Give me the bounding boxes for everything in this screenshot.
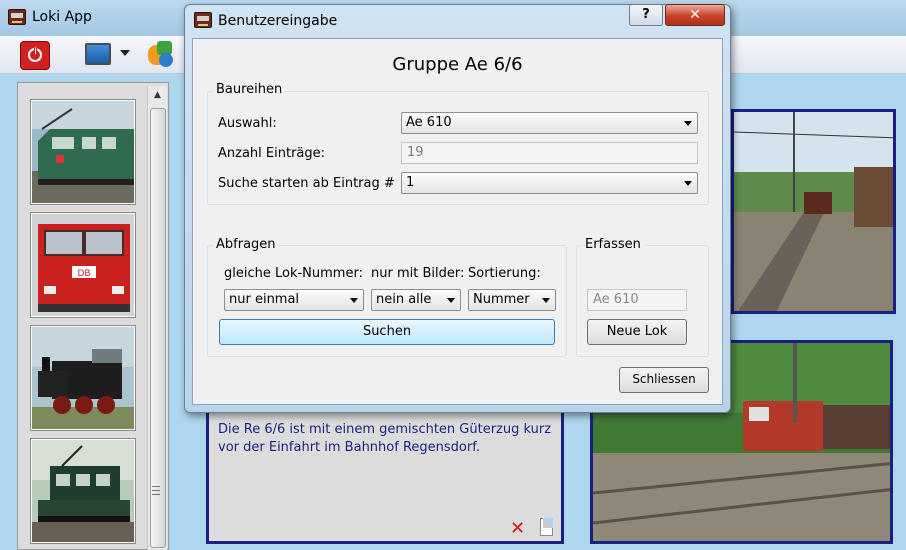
lok-nummer-select[interactable]: nur einmal — [224, 289, 364, 311]
thumbnail-crocodile-locomotive[interactable] — [30, 438, 136, 544]
sortierung-select[interactable]: Nummer — [468, 289, 556, 311]
chevron-down-icon[interactable] — [120, 50, 130, 56]
suche-select[interactable]: 1 — [401, 172, 698, 194]
chevron-down-icon — [684, 181, 692, 186]
photo-station[interactable] — [731, 109, 896, 314]
screen-icon[interactable] — [85, 43, 111, 65]
dialog-app-icon — [194, 12, 212, 28]
document-icon[interactable] — [540, 518, 553, 536]
suche-label: Suche starten ab Eintrag # — [218, 176, 395, 191]
app-icon — [8, 9, 26, 25]
chevron-down-icon — [684, 121, 692, 126]
auswahl-label: Auswahl: — [218, 116, 277, 131]
auswahl-select[interactable]: Ae 610 — [401, 112, 698, 134]
chevron-down-icon — [542, 298, 550, 303]
help-button[interactable]: ? — [629, 4, 663, 26]
sidebar-scrollbar[interactable]: ▲ — [147, 86, 167, 550]
erfassen-group-label: Erfassen — [582, 237, 644, 252]
bilder-select[interactable]: nein alle — [371, 289, 461, 311]
scroll-thumb[interactable] — [150, 108, 166, 548]
new-lok-button[interactable]: Neue Lok — [587, 319, 687, 345]
svg-text:DB: DB — [77, 269, 90, 279]
dialog-heading: Gruppe Ae 6/6 — [392, 54, 523, 75]
close-button[interactable]: ✕ — [665, 4, 725, 26]
baureihen-group-label: Baureihen — [213, 82, 286, 97]
thumbnail-red-locomotive[interactable]: DB — [30, 212, 136, 318]
anzahl-field: 19 — [401, 142, 698, 164]
lok-nummer-label: gleiche Lok-Nummer: — [224, 266, 363, 281]
chevron-down-icon — [350, 298, 358, 303]
abfragen-group-label: Abfragen — [213, 237, 279, 252]
delete-icon[interactable]: ✕ — [510, 520, 526, 538]
scroll-up-icon[interactable]: ▲ — [148, 86, 167, 104]
schliessen-button[interactable]: Schliessen — [619, 367, 709, 393]
dialog-title: Benutzereingabe — [218, 13, 338, 29]
color-palette-icon[interactable] — [148, 41, 174, 67]
thumbnail-steam-locomotive[interactable] — [30, 325, 136, 431]
description-text: Die Re 6/6 ist mit einem gemischten Güte… — [218, 422, 552, 455]
erfassen-field: Ae 610 — [587, 289, 687, 311]
thumbnail-green-locomotive[interactable] — [30, 99, 136, 205]
search-button[interactable]: Suchen — [219, 319, 555, 345]
anzahl-label: Anzahl Einträge: — [218, 146, 326, 161]
main-window-title: Loki App — [32, 9, 92, 25]
sortierung-label: Sortierung: — [468, 266, 541, 281]
bilder-label: nur mit Bilder: — [371, 266, 465, 281]
power-button[interactable] — [20, 41, 50, 70]
chevron-down-icon — [447, 298, 455, 303]
